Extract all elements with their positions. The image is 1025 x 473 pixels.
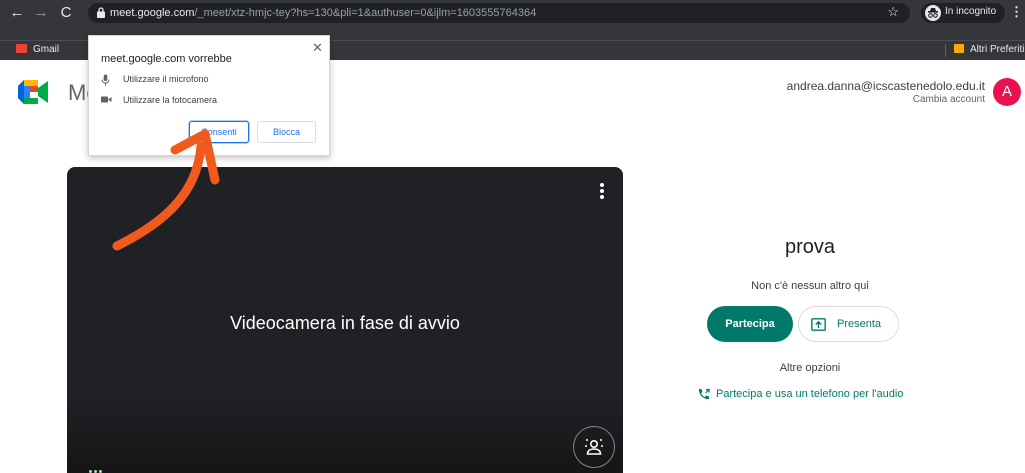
more-options-icon[interactable] bbox=[597, 183, 607, 205]
permission-label: Utilizzare il microfono bbox=[123, 74, 209, 84]
camera-status-text: Videocamera in fase di avvio bbox=[230, 313, 460, 333]
phone-icon bbox=[698, 388, 710, 400]
back-arrow-icon[interactable]: ← bbox=[8, 4, 26, 22]
person-effects-icon bbox=[585, 439, 603, 455]
present-screen-icon bbox=[811, 318, 826, 331]
url-host: meet.google.com bbox=[110, 7, 195, 19]
browser-menu-icon[interactable]: ⋮ bbox=[1010, 4, 1023, 20]
close-icon[interactable]: ✕ bbox=[312, 40, 323, 56]
bookmark-gmail[interactable]: Gmail bbox=[16, 44, 59, 55]
meeting-title: prova bbox=[784, 236, 836, 258]
incognito-badge[interactable]: In incognito bbox=[921, 3, 1005, 23]
permission-title: meet.google.com vorrebbe bbox=[101, 53, 232, 65]
url-path: /_meet/xtz-hmjc-tey?hs=130&pli=1&authuse… bbox=[194, 7, 537, 19]
other-options-label: Altre opzioni bbox=[779, 362, 841, 374]
lock-icon bbox=[97, 7, 105, 18]
gmail-icon bbox=[16, 44, 27, 53]
phone-join-label: Partecipa e usa un telefono per l'audio bbox=[716, 388, 904, 400]
present-button[interactable]: Presenta bbox=[798, 306, 899, 342]
bookmarks-divider bbox=[945, 44, 946, 57]
account-email: andrea.danna@icscastenedolo.edu.it bbox=[786, 79, 985, 93]
reload-icon[interactable]: C bbox=[57, 4, 75, 22]
other-bookmarks[interactable]: Altri Preferiti bbox=[954, 44, 1024, 55]
avatar[interactable]: A bbox=[993, 78, 1021, 106]
url-text: meet.google.com/_meet/xtz-hmjc-tey?hs=13… bbox=[110, 5, 536, 21]
forward-arrow-icon[interactable]: → bbox=[32, 4, 50, 22]
bookmark-star-icon[interactable]: ☆ bbox=[887, 4, 899, 20]
incognito-icon bbox=[925, 5, 941, 21]
account-info: andrea.danna@icscastenedolo.edu.it Cambi… bbox=[787, 79, 985, 105]
block-button[interactable]: Blocca bbox=[257, 121, 316, 143]
other-bookmarks-label: Altri Preferiti bbox=[970, 44, 1025, 55]
present-label: Presenta bbox=[837, 318, 882, 330]
bookmark-label: Gmail bbox=[33, 44, 60, 55]
background-effects-button[interactable] bbox=[573, 426, 615, 468]
folder-icon bbox=[954, 44, 964, 53]
address-bar[interactable]: meet.google.com/_meet/xtz-hmjc-tey?hs=13… bbox=[88, 3, 910, 23]
participants-status: Non c'è nessun altro qui bbox=[751, 280, 869, 292]
join-button[interactable]: Partecipa bbox=[707, 306, 793, 342]
permission-label: Utilizzare la fotocamera bbox=[123, 95, 218, 105]
incognito-label: In incognito bbox=[945, 6, 997, 17]
browser-toolbar: ← → C meet.google.com/_meet/xtz-hmjc-tey… bbox=[0, 0, 1025, 40]
switch-account-link[interactable]: Cambia account bbox=[787, 94, 985, 105]
microphone-icon bbox=[101, 74, 110, 86]
video-shade bbox=[67, 393, 623, 473]
camera-icon bbox=[101, 96, 112, 103]
annotation-arrow-icon bbox=[112, 129, 220, 251]
meet-logo-icon bbox=[18, 80, 48, 104]
audio-level-indicator bbox=[89, 460, 104, 473]
